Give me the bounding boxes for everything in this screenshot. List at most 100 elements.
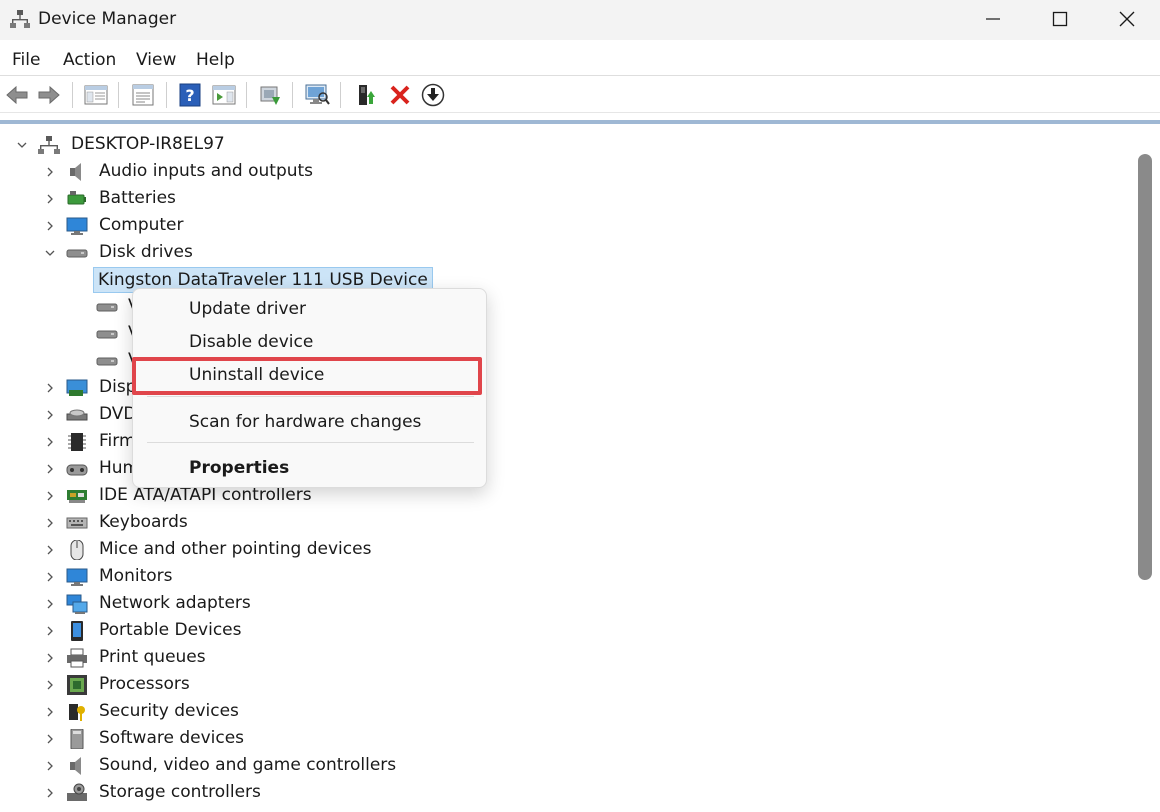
- chevron-right-icon[interactable]: [44, 698, 56, 725]
- tree-category[interactable]: Storage controllers: [4, 779, 1124, 806]
- window-title: Device Manager: [38, 9, 177, 29]
- tree-root[interactable]: DESKTOP-IR8EL97: [4, 131, 1124, 158]
- uninstall-icon: [390, 85, 410, 105]
- toolbar-separator: [340, 82, 341, 108]
- tree-item-label: Monitors: [99, 566, 173, 586]
- menu-update-driver[interactable]: Update driver: [189, 299, 306, 319]
- menu-help[interactable]: Help: [196, 50, 235, 70]
- tree-category[interactable]: Software devices: [4, 725, 1124, 752]
- forward-button[interactable]: [35, 81, 63, 109]
- close-icon: [1119, 11, 1135, 27]
- chevron-right-icon[interactable]: [44, 212, 56, 239]
- chevron-right-icon[interactable]: [44, 671, 56, 698]
- tree-category[interactable]: Portable Devices: [4, 617, 1124, 644]
- menu-separator: [147, 442, 474, 443]
- properties-icon: [132, 84, 154, 106]
- tree-category[interactable]: Monitors: [4, 563, 1124, 590]
- show-hide-console-tree-icon: [84, 85, 108, 105]
- help-button[interactable]: ?: [176, 81, 204, 109]
- tree-item-label: Portable Devices: [99, 620, 242, 640]
- chevron-right-icon[interactable]: [44, 509, 56, 536]
- chevron-right-icon[interactable]: [44, 374, 56, 401]
- close-button[interactable]: [1094, 0, 1160, 38]
- chevron-right-icon[interactable]: [44, 752, 56, 779]
- chevron-right-icon[interactable]: [44, 590, 56, 617]
- scan-hardware-button[interactable]: [303, 81, 331, 109]
- tree-category[interactable]: Audio inputs and outputs: [4, 158, 1124, 185]
- chevron-right-icon[interactable]: [44, 536, 56, 563]
- minimize-button[interactable]: [960, 0, 1026, 38]
- chevron-right-icon[interactable]: [44, 779, 56, 806]
- menu-view[interactable]: View: [136, 50, 176, 70]
- chevron-right-icon[interactable]: [44, 158, 56, 185]
- tree-item-label: Batteries: [99, 188, 176, 208]
- tree-item-label: Print queues: [99, 647, 206, 667]
- tree-category[interactable]: Print queues: [4, 644, 1124, 671]
- tree-item-label: Sound, video and game controllers: [99, 755, 397, 775]
- tree-category[interactable]: Network adapters: [4, 590, 1124, 617]
- chevron-right-icon[interactable]: [44, 563, 56, 590]
- ide-controller-icon: [66, 486, 88, 506]
- update-driver-button[interactable]: [256, 81, 284, 109]
- menu-properties[interactable]: Properties: [189, 458, 289, 478]
- software-device-icon: [66, 728, 88, 750]
- chevron-right-icon[interactable]: [44, 428, 56, 455]
- menu-disable-device[interactable]: Disable device: [189, 332, 313, 352]
- human-interface-icon: [66, 459, 88, 479]
- console-tree-button[interactable]: [82, 81, 110, 109]
- tree-category[interactable]: Mice and other pointing devices: [4, 536, 1124, 563]
- chevron-right-icon[interactable]: [44, 185, 56, 212]
- chevron-right-icon[interactable]: [44, 644, 56, 671]
- update-driver-icon: [260, 86, 280, 105]
- chevron-right-icon[interactable]: [44, 482, 56, 509]
- chevron-right-icon[interactable]: [44, 725, 56, 752]
- chevron-down-icon[interactable]: [16, 131, 28, 158]
- maximize-button[interactable]: [1027, 0, 1093, 38]
- download-button[interactable]: [419, 81, 447, 109]
- menu-scan-hardware[interactable]: Scan for hardware changes: [189, 412, 421, 432]
- chevron-right-icon[interactable]: [44, 617, 56, 644]
- monitor-icon: [66, 567, 88, 587]
- menu-action[interactable]: Action: [63, 50, 116, 70]
- monitor-icon: [66, 216, 88, 236]
- computer-root-icon: [38, 135, 60, 155]
- title-bar: Device Manager: [0, 0, 1160, 40]
- speaker-icon: [66, 756, 88, 776]
- forward-icon: [38, 85, 60, 105]
- tree-item-label: DESKTOP-IR8EL97: [71, 134, 225, 154]
- uninstall-device-button[interactable]: [386, 81, 414, 109]
- tree-item-label: Processors: [99, 674, 190, 694]
- toolbar-separator: [246, 82, 247, 108]
- toolbar: ?: [0, 77, 1160, 113]
- keyboard-icon: [66, 513, 88, 533]
- enable-device-button[interactable]: [352, 81, 380, 109]
- tree-category[interactable]: Processors: [4, 671, 1124, 698]
- enable-device-icon: [359, 85, 375, 105]
- processor-icon: [66, 675, 88, 695]
- printer-icon: [66, 648, 88, 668]
- tree-category[interactable]: Batteries: [4, 185, 1124, 212]
- action-pane-icon: [212, 85, 236, 105]
- disk-drive-icon: [96, 324, 118, 344]
- tree-category[interactable]: Keyboards: [4, 509, 1124, 536]
- scan-hardware-icon: [305, 84, 330, 105]
- action-pane-button[interactable]: [210, 81, 238, 109]
- chevron-right-icon[interactable]: [44, 401, 56, 428]
- portable-device-icon: [66, 621, 88, 641]
- tree-category[interactable]: Disk drives: [4, 239, 1124, 266]
- tree-item-label: Audio inputs and outputs: [99, 161, 314, 181]
- tree-category[interactable]: Sound, video and game controllers: [4, 752, 1124, 779]
- menu-file[interactable]: File: [12, 50, 40, 70]
- back-button[interactable]: [3, 81, 31, 109]
- device-manager-app-icon: [10, 10, 30, 28]
- scrollbar-thumb[interactable]: [1138, 154, 1152, 580]
- chevron-right-icon[interactable]: [44, 455, 56, 482]
- tree-category[interactable]: Security devices: [4, 698, 1124, 725]
- tree-category[interactable]: Computer: [4, 212, 1124, 239]
- toolbar-separator: [292, 82, 293, 108]
- menu-bar: File Action View Help: [0, 42, 1160, 76]
- menu-separator: [147, 396, 474, 397]
- speaker-icon: [66, 162, 88, 182]
- chevron-down-icon[interactable]: [44, 239, 56, 266]
- properties-button[interactable]: [129, 81, 157, 109]
